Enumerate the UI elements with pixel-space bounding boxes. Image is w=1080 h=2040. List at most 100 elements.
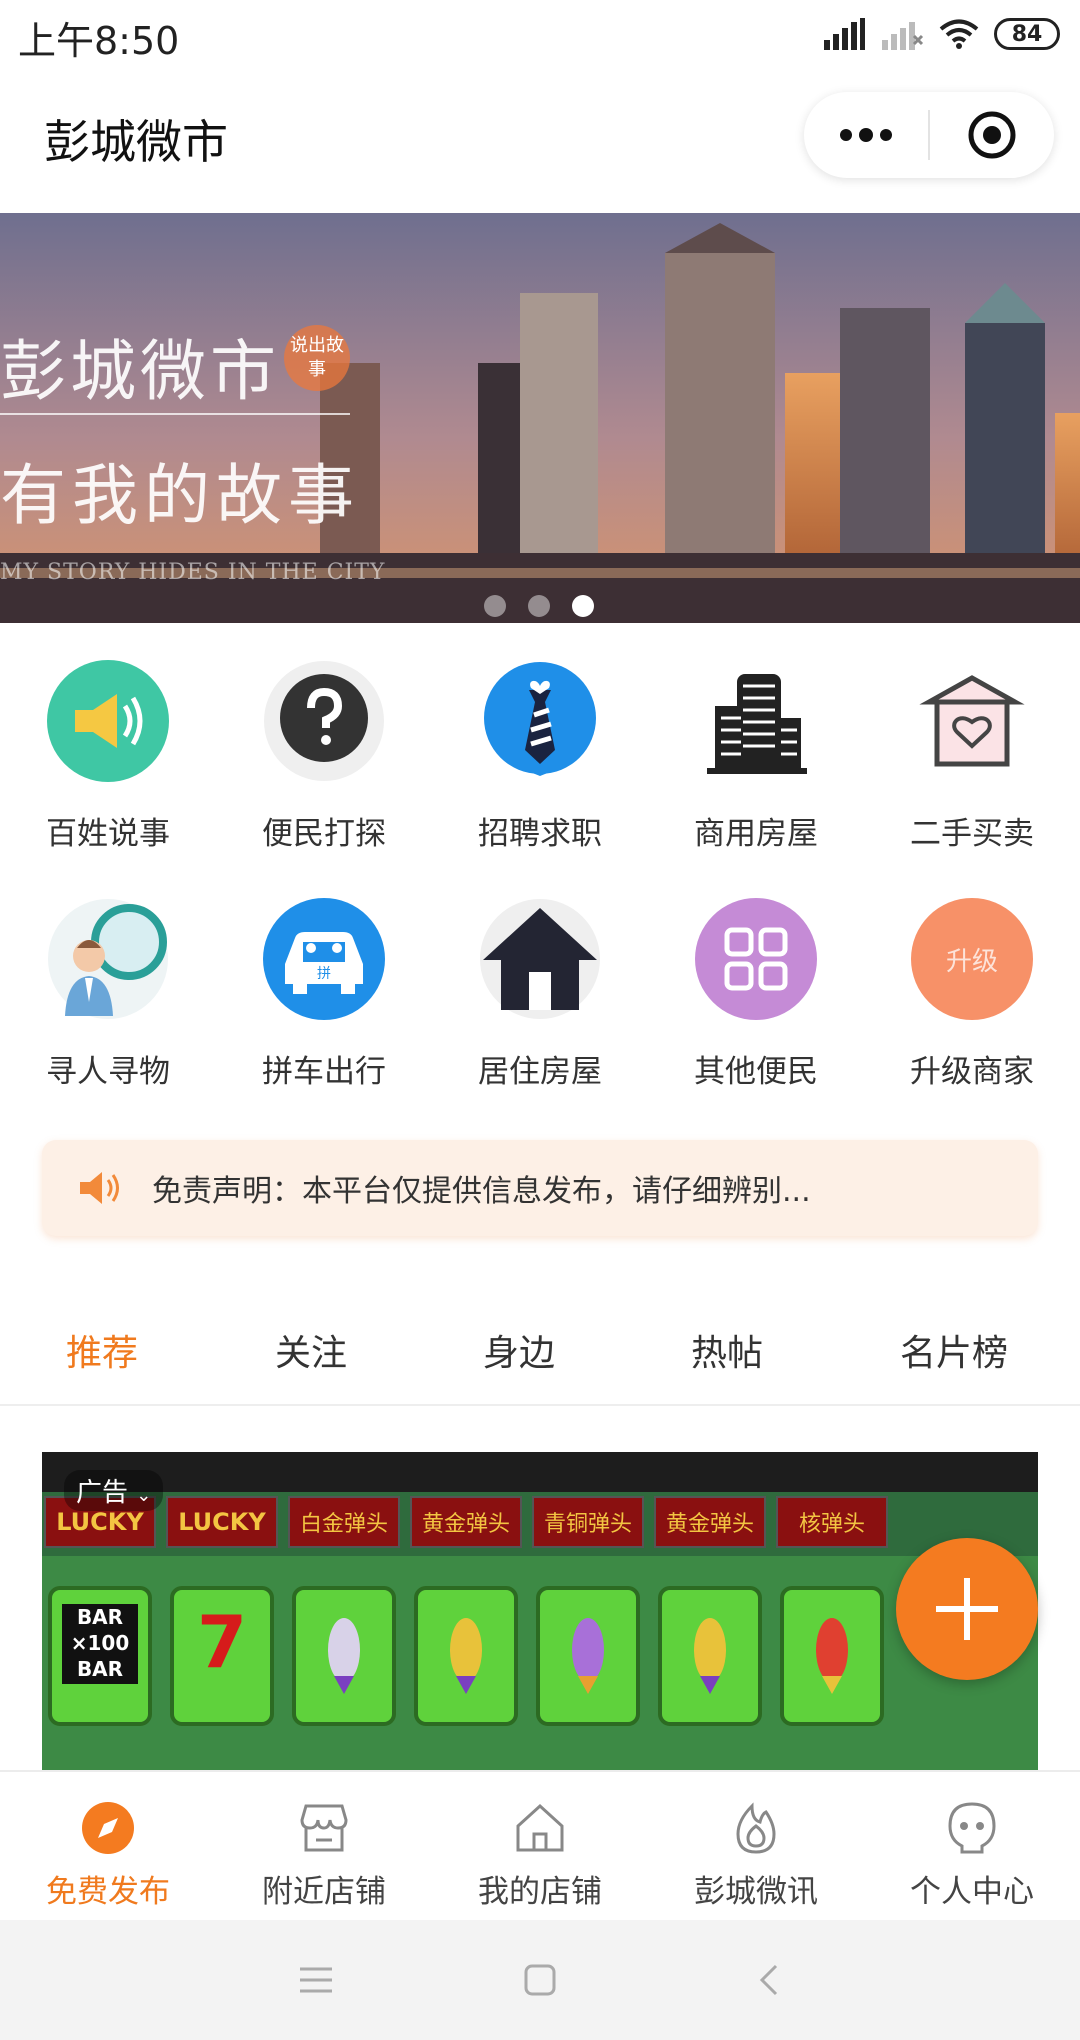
slot-tile-rocket	[536, 1586, 640, 1726]
slot-label: 黄金弹头	[410, 1496, 522, 1548]
wifi-icon	[939, 19, 979, 49]
status-bar: 上午8:50 84	[0, 0, 1080, 70]
bar-text: BAR	[76, 1657, 124, 1681]
slot-label: 黄金弹头	[654, 1496, 766, 1548]
category-label: 招聘求职	[478, 816, 602, 852]
category-item[interactable]: 招聘求职	[432, 660, 648, 898]
home-button[interactable]	[516, 1956, 564, 2004]
category-row: 百姓说事 便民打探 招聘求职 商用房屋 二手买卖	[0, 660, 1080, 898]
slot-reels: BAR ×100 BAR 7	[42, 1586, 1038, 1746]
back-button[interactable]	[744, 1956, 792, 2004]
menu-icon	[300, 1967, 332, 1993]
category-item[interactable]: 其他便民	[648, 898, 864, 1136]
category-item[interactable]: 居住房屋	[432, 898, 648, 1136]
chevron-down-icon: ⌄	[136, 1485, 152, 1506]
carousel-dot[interactable]	[528, 595, 550, 617]
category-item[interactable]: 寻人寻物	[0, 898, 216, 1136]
disclaimer-text: 免责声明：本平台仅提供信息发布，请仔细辨别...	[152, 1174, 811, 1209]
square-icon	[524, 1964, 556, 1996]
compass-icon	[80, 1800, 136, 1856]
category-item[interactable]: 二手买卖	[864, 660, 1080, 898]
flame-icon	[728, 1800, 784, 1856]
bar-text: BAR	[76, 1605, 124, 1629]
rocket-icon	[328, 1618, 360, 1694]
banner-carousel[interactable]: 彭城微市 有我的故事 MY STORY HIDES IN THE CITY 说出…	[0, 213, 1080, 623]
box-heart-icon	[911, 660, 1033, 782]
slot-label: 青铜弹头	[532, 1496, 644, 1548]
user-face-icon	[944, 1800, 1000, 1856]
slot-tile-rocket	[414, 1586, 518, 1726]
menu-button[interactable]	[292, 1956, 340, 2004]
target-icon	[968, 111, 1016, 159]
category-item[interactable]: 百姓说事	[0, 660, 216, 898]
question-icon	[263, 660, 385, 782]
svg-text:拼: 拼	[317, 966, 331, 982]
category-row: 寻人寻物 拼 拼车出行 居住房屋 其他便民 升级 升级商家	[0, 898, 1080, 1136]
carpool-icon: 拼	[263, 898, 385, 1020]
ad-label-text: 广告	[76, 1478, 129, 1508]
tab-card-rank[interactable]: 名片榜	[900, 1324, 1008, 1376]
slot-tile: 7	[170, 1586, 274, 1726]
category-item[interactable]: 拼 拼车出行	[216, 898, 432, 1136]
slot-tile-rocket	[292, 1586, 396, 1726]
carousel-dot-active[interactable]	[572, 595, 594, 617]
tab-follow[interactable]: 关注	[275, 1324, 347, 1376]
nav-pengcheng-news[interactable]: 彭城微讯	[648, 1772, 864, 1922]
nav-label: 我的店铺	[478, 1874, 602, 1910]
megaphone-icon	[47, 660, 169, 782]
more-button[interactable]	[804, 92, 928, 178]
bar-symbol: BAR ×100 BAR	[62, 1604, 138, 1684]
buildings-icon	[695, 660, 817, 782]
slot-tile-rocket	[658, 1586, 762, 1726]
seven-symbol: 7	[196, 1600, 248, 1684]
category-label: 寻人寻物	[46, 1054, 170, 1090]
bottom-nav: 免费发布 附近店铺 我的店铺 彭城微讯 个人中心	[0, 1770, 1080, 1920]
rocket-icon	[450, 1618, 482, 1694]
signal-icon	[824, 18, 865, 50]
ad-label[interactable]: 广告 ⌄	[64, 1470, 164, 1511]
nav-nearby-shops[interactable]: 附近店铺	[216, 1772, 432, 1922]
house-icon	[479, 898, 601, 1020]
slot-label: 白金弹头	[288, 1496, 400, 1548]
page-title: 彭城微市	[44, 115, 228, 169]
more-dots-icon	[840, 128, 892, 142]
mini-program-capsule	[804, 92, 1054, 178]
grid-icon	[695, 898, 817, 1020]
rocket-icon	[572, 1618, 604, 1694]
category-label: 升级商家	[910, 1054, 1034, 1090]
tab-recommend[interactable]: 推荐	[66, 1324, 138, 1376]
disclaimer-notice[interactable]: 免责声明：本平台仅提供信息发布，请仔细辨别...	[42, 1140, 1038, 1236]
ad-banner[interactable]: LUCKY LUCKY 白金弹头 黄金弹头 青铜弹头 黄金弹头 核弹头 BAR …	[42, 1452, 1038, 1772]
status-icons: 84	[822, 14, 1060, 54]
nav-free-publish[interactable]: 免费发布	[0, 1772, 216, 1922]
category-grid: 百姓说事 便民打探 招聘求职 商用房屋 二手买卖 寻人寻物 拼 拼车出行 居住房…	[0, 660, 1080, 1136]
category-item[interactable]: 便民打探	[216, 660, 432, 898]
tie-icon	[479, 660, 601, 782]
close-mini-program-button[interactable]	[930, 92, 1054, 178]
slot-labels: LUCKY LUCKY 白金弹头 黄金弹头 青铜弹头 黄金弹头 核弹头	[42, 1492, 1038, 1548]
category-label: 二手买卖	[910, 816, 1034, 852]
category-label: 便民打探	[262, 816, 386, 852]
status-time: 上午8:50	[18, 19, 180, 63]
rocket-icon	[694, 1618, 726, 1694]
battery-indicator: 84	[994, 18, 1060, 50]
category-item[interactable]: 升级 升级商家	[864, 898, 1080, 1136]
nav-label: 附近店铺	[262, 1874, 386, 1910]
tab-hot[interactable]: 热帖	[691, 1324, 763, 1376]
bar-text: ×100	[70, 1631, 130, 1655]
slot-label: 核弹头	[776, 1496, 888, 1548]
category-item[interactable]: 商用房屋	[648, 660, 864, 898]
nav-label: 免费发布	[46, 1874, 170, 1910]
slot-tile: BAR ×100 BAR	[48, 1586, 152, 1726]
nav-label: 彭城微讯	[694, 1874, 818, 1910]
carousel-dot[interactable]	[484, 595, 506, 617]
category-label: 百姓说事	[46, 816, 170, 852]
tab-nearby[interactable]: 身边	[483, 1324, 555, 1376]
rocket-icon	[816, 1618, 848, 1694]
title-bar: 彭城微市	[0, 70, 1080, 210]
publish-fab[interactable]	[896, 1538, 1038, 1680]
slot-label: LUCKY	[166, 1496, 278, 1548]
nav-personal-center[interactable]: 个人中心	[864, 1772, 1080, 1922]
banner-badge: 说出故事	[284, 325, 350, 391]
nav-my-shop[interactable]: 我的店铺	[432, 1772, 648, 1922]
